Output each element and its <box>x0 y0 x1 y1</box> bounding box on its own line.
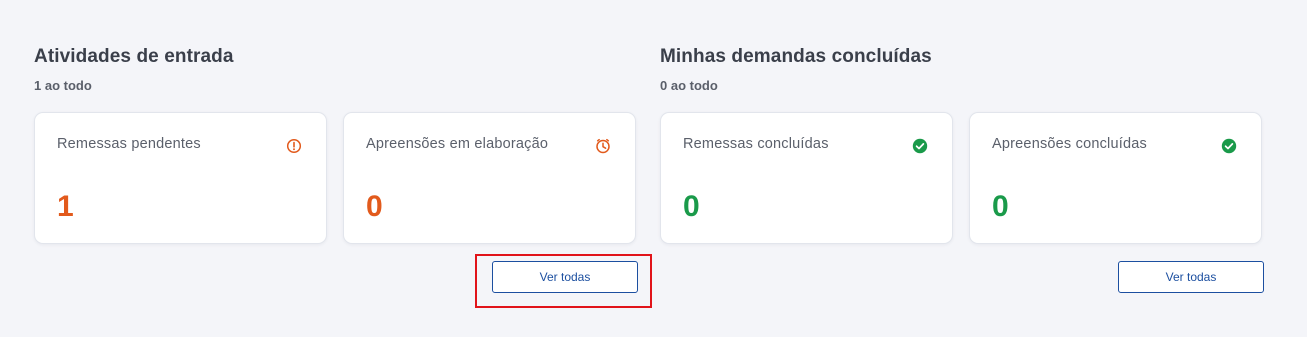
incoming-activities-title: Atividades de entrada <box>34 46 234 67</box>
card-value: 0 <box>366 190 383 223</box>
card-value: 0 <box>992 190 1009 223</box>
completed-cards: Remessas concluídas 0 Apreensões concluí… <box>660 112 1264 246</box>
card-label: Apreensões em elaboração <box>366 136 549 152</box>
completed-demands-count: 0 ao todo <box>660 78 718 93</box>
view-all-incoming-button[interactable]: Ver todas <box>492 261 638 293</box>
view-all-completed-button[interactable]: Ver todas <box>1118 261 1264 293</box>
incoming-cards: Remessas pendentes 1 Apreensões em elabo… <box>34 112 638 246</box>
card-label: Remessas pendentes <box>57 136 201 152</box>
clock-icon <box>595 138 611 154</box>
check-circle-icon <box>1221 138 1237 154</box>
alert-circle-icon <box>286 138 302 154</box>
incoming-activities-count: 1 ao todo <box>34 78 92 93</box>
card-value: 1 <box>57 190 74 223</box>
completed-demands-title: Minhas demandas concluídas <box>660 46 932 67</box>
completed-shipments-card[interactable]: Remessas concluídas 0 <box>660 112 953 244</box>
seizures-in-progress-card[interactable]: Apreensões em elaboração 0 <box>343 112 636 244</box>
check-circle-icon <box>912 138 928 154</box>
completed-seizures-card[interactable]: Apreensões concluídas 0 <box>969 112 1262 244</box>
completed-demands-section: Minhas demandas concluídas 0 ao todo Rem… <box>660 44 1264 293</box>
pending-shipments-card[interactable]: Remessas pendentes 1 <box>34 112 327 244</box>
card-value: 0 <box>683 190 700 223</box>
card-label: Remessas concluídas <box>683 136 829 152</box>
incoming-activities-section: Atividades de entrada 1 ao todo Remessas… <box>34 44 638 293</box>
card-label: Apreensões concluídas <box>992 136 1147 152</box>
